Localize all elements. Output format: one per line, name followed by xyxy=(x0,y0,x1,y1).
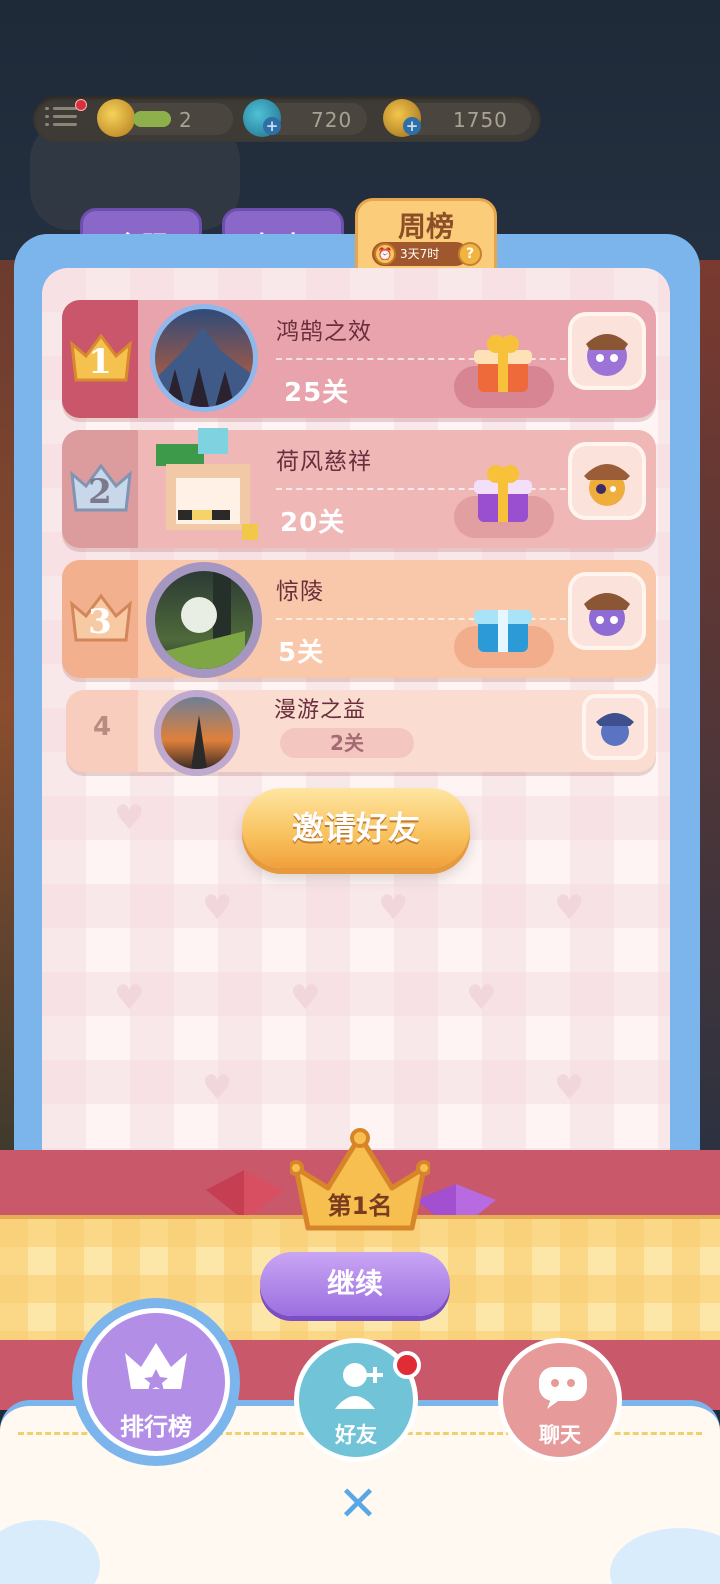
mountain-avatar-icon xyxy=(155,327,253,407)
rank-number: 1 xyxy=(88,342,112,382)
rank-cell: 2 xyxy=(62,430,138,548)
ticket-value: 2 xyxy=(179,108,193,132)
player-avatar[interactable] xyxy=(146,562,262,678)
player-name: 惊陵 xyxy=(276,579,324,605)
coin-counter[interactable]: + 1750 xyxy=(383,99,531,137)
pixel-avatar-icon xyxy=(156,428,258,540)
nav-leaderboard[interactable]: 排行榜 xyxy=(82,1308,230,1456)
heart-icon: ♥ xyxy=(290,978,321,1018)
menu-icon[interactable] xyxy=(45,99,87,131)
result-rank-label: 第1名 xyxy=(327,1192,393,1220)
player-name: 鸿鹄之效 xyxy=(276,319,372,345)
player-avatar[interactable] xyxy=(154,690,240,776)
tab-weekly[interactable]: 周榜 ⏰ 3天7时 ? xyxy=(355,198,497,278)
player-avatar[interactable] xyxy=(142,424,266,548)
rank-number: 3 xyxy=(88,602,112,642)
orange-gift-icon[interactable] xyxy=(470,330,536,396)
coin-value: 1750 xyxy=(453,108,508,132)
coin-plus-icon[interactable]: + xyxy=(403,117,421,135)
sunset-avatar-icon xyxy=(191,715,207,769)
currency-bar: 2 + 720 + 1750 xyxy=(33,96,541,142)
pet-portrait[interactable] xyxy=(582,694,648,760)
invite-friends-button[interactable]: 邀请好友 xyxy=(242,788,470,868)
nav-chat[interactable]: 聊天 xyxy=(498,1338,622,1462)
add-friend-icon xyxy=(335,1363,383,1409)
gem-plus-icon[interactable]: + xyxy=(263,117,281,135)
nav-friends-label: 好友 xyxy=(335,1423,377,1447)
player-levels: 2关 xyxy=(280,728,414,758)
chat-icon xyxy=(539,1367,587,1409)
purple-gift-icon[interactable] xyxy=(470,460,536,526)
rank-number: 4 xyxy=(92,712,112,742)
leaderboard-row-3[interactable]: 3 惊陵 5关 xyxy=(62,560,656,678)
heart-icon: ♥ xyxy=(202,888,233,928)
help-icon[interactable]: ? xyxy=(458,242,482,266)
friends-notification-dot xyxy=(393,1351,421,1379)
close-button[interactable]: ✕ xyxy=(336,1480,380,1528)
blue-gift-icon[interactable] xyxy=(470,590,536,656)
heart-icon: ♥ xyxy=(378,888,409,928)
nav-friends[interactable]: 好友 xyxy=(294,1338,421,1462)
player-name: 漫游之益 xyxy=(274,698,367,723)
heart-icon: ♥ xyxy=(202,1068,233,1108)
crown-icon xyxy=(125,1343,187,1391)
continue-button[interactable]: 继续 xyxy=(260,1252,450,1316)
pet-character-icon xyxy=(586,334,628,376)
player-name: 荷风慈祥 xyxy=(276,449,372,475)
weekly-timer: ⏰ 3天7时 xyxy=(372,242,468,266)
player-levels: 25关 xyxy=(284,378,350,408)
heart-icon: ♥ xyxy=(466,978,497,1018)
pet-character-icon xyxy=(584,593,630,636)
tab-weekly-label: 周榜 xyxy=(397,210,454,243)
pet-character-icon xyxy=(596,713,634,746)
leaderboard-row-1[interactable]: 1 鸿鹄之效 25关 xyxy=(62,300,656,418)
ticket-badge-icon xyxy=(133,111,171,127)
heart-icon: ♥ xyxy=(554,1068,585,1108)
player-levels: 20关 xyxy=(280,508,346,538)
nav-leaderboard-label: 排行榜 xyxy=(120,1413,192,1441)
leaderboard-row-2[interactable]: 2 荷风慈祥 20关 xyxy=(62,428,656,548)
player-avatar[interactable] xyxy=(150,304,258,412)
result-crown: 第1名 xyxy=(288,1128,432,1238)
gem-counter[interactable]: + 720 xyxy=(243,99,367,137)
heart-icon: ♥ xyxy=(554,888,585,928)
heart-icon: ♥ xyxy=(114,978,145,1018)
nav-chat-label: 聊天 xyxy=(539,1423,581,1447)
leaderboard-row-4[interactable]: 4 漫游之益 2关 xyxy=(66,690,656,776)
cat-avatar-icon xyxy=(165,571,245,669)
heart-icon: ♥ xyxy=(114,798,145,838)
ticket-counter[interactable]: 2 xyxy=(97,99,233,137)
ticket-icon xyxy=(97,99,135,137)
pet-portrait[interactable] xyxy=(568,442,646,520)
rank-cell: 3 xyxy=(62,560,138,678)
pet-portrait[interactable] xyxy=(568,572,646,650)
pet-portrait[interactable] xyxy=(568,312,646,390)
menu-notification-dot xyxy=(75,99,87,111)
weekly-timer-text: 3天7时 xyxy=(400,247,440,261)
rank-number: 2 xyxy=(88,472,112,512)
gem-value: 720 xyxy=(311,108,353,132)
gold-crown-icon xyxy=(288,1128,432,1231)
player-levels: 5关 xyxy=(278,638,325,668)
rank-cell: 4 xyxy=(66,690,138,772)
alarm-clock-icon: ⏰ xyxy=(374,243,396,265)
pet-character-icon xyxy=(584,464,630,506)
rank-cell: 1 xyxy=(62,300,138,418)
